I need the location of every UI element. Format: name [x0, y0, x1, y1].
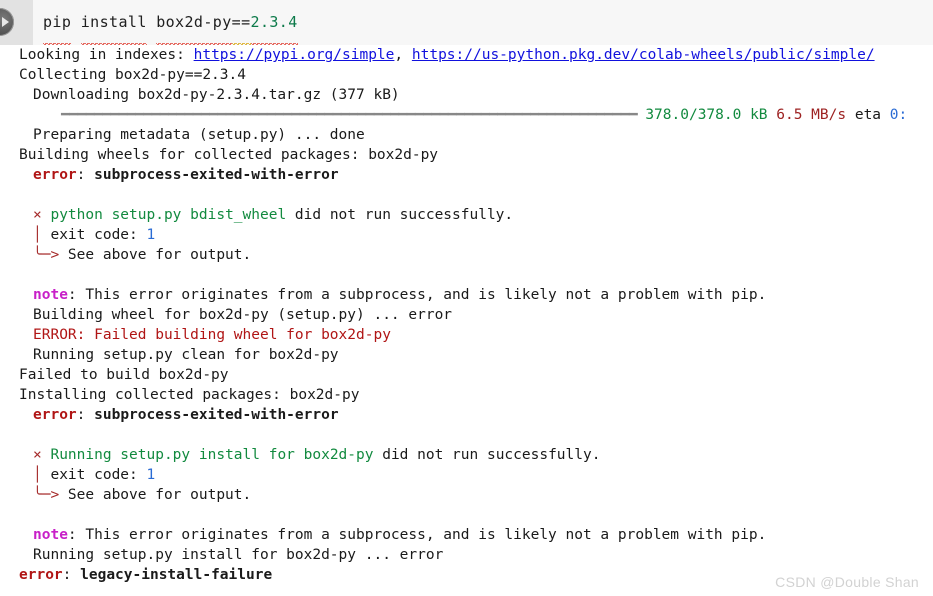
output-text: Building wheel for box2d-py (setup.py) .…	[33, 307, 453, 323]
line-building-wheels: Building wheels for collected packages: …	[0, 145, 933, 165]
output-text: Running setup.py clean for box2d-py	[33, 347, 339, 363]
line-x-bdist-wheel: × python setup.py bdist_wheel did not ru…	[0, 205, 933, 225]
output-text: : This error originates from a subproces…	[67, 287, 767, 303]
output-text: error	[33, 167, 77, 183]
output-text: ╰─>	[33, 487, 68, 503]
command-token-3	[147, 13, 156, 31]
command-token-0: pip	[43, 0, 72, 46]
output-text: Failed to build box2d-py	[19, 367, 229, 383]
line-progress-bar: ━━━━━━━━━━━━━━━━━━━━━━━━━━━━━━━━━━━━━━━━…	[0, 105, 933, 125]
output-text: did not run successfully.	[373, 447, 601, 463]
line-error-subprocess-1: error: subprocess-exited-with-error	[0, 165, 933, 185]
output-text: subprocess-exited-with-error	[94, 167, 339, 183]
line-looking-in-indexes: Looking in indexes: https://pypi.org/sim…	[0, 45, 933, 65]
command-token-6: 2.3.4	[250, 0, 298, 46]
output-text: ,	[394, 47, 412, 63]
output-text: exit code:	[50, 227, 147, 243]
output-text: Looking in indexes:	[19, 47, 194, 63]
output-text: Installing collected packages: box2d-py	[19, 387, 360, 403]
output-text: error	[19, 567, 63, 583]
line-see-above-1: ╰─> See above for output.	[0, 245, 933, 265]
output-text: 1	[146, 467, 156, 483]
line-failed-to-build: Failed to build box2d-py	[0, 365, 933, 385]
output-text: exit code:	[50, 467, 147, 483]
line-running-clean: Running setup.py clean for box2d-py	[0, 345, 933, 365]
output-text: Collecting box2d-py==2.3.4	[19, 67, 246, 83]
command-token-4: box2d-py	[156, 0, 233, 46]
output-text: :	[76, 167, 95, 183]
line-note-1: note: This error originates from a subpr…	[0, 285, 933, 305]
line-blank-4	[0, 505, 933, 525]
output-text: 378.0/378.0 kB	[645, 107, 768, 123]
output-text: did not run successfully.	[286, 207, 514, 223]
line-exit-code-1: │ exit code: 1	[0, 225, 933, 245]
output-text: ━━━━━━━━━━━━━━━━━━━━━━━━━━━━━━━━━━━━━━━━…	[61, 107, 646, 123]
line-blank-1	[0, 185, 933, 205]
output-text: Building wheels for collected packages: …	[19, 147, 439, 163]
output-text: Running setup.py install for box2d-py ..…	[33, 547, 444, 563]
output-text: Running setup.py install for box2d-py	[50, 447, 374, 463]
output-text: note	[33, 287, 68, 303]
line-downloading: Downloading box2d-py-2.3.4.tar.gz (377 k…	[0, 85, 933, 105]
line-error-subprocess-2: error: subprocess-exited-with-error	[0, 405, 933, 425]
output-link[interactable]: https://us-python.pkg.dev/colab-wheels/p…	[412, 47, 875, 63]
line-building-wheel-setuppy: Building wheel for box2d-py (setup.py) .…	[0, 305, 933, 325]
line-installing-collected: Installing collected packages: box2d-py	[0, 385, 933, 405]
line-blank-2	[0, 265, 933, 285]
command-token-2: install	[80, 0, 147, 46]
command-token-5: ==	[231, 0, 251, 46]
output-text: :	[76, 407, 95, 423]
line-blank-3	[0, 425, 933, 445]
line-x-install: × Running setup.py install for box2d-py …	[0, 445, 933, 465]
output-text: :	[62, 567, 81, 583]
output-link[interactable]: https://pypi.org/simple	[194, 47, 395, 63]
output-text: See above for output.	[67, 487, 252, 503]
cell-gutter	[0, 0, 33, 45]
output-text: eta	[846, 107, 890, 123]
command-input[interactable]: pip install box2d-py==2.3.4	[33, 0, 298, 46]
cell-output: Looking in indexes: https://pypi.org/sim…	[0, 45, 933, 596]
code-cell-header: pip install box2d-py==2.3.4	[0, 0, 933, 46]
output-text: ERROR: Failed building wheel for box2d-p…	[33, 327, 391, 343]
output-text: python setup.py bdist_wheel	[50, 207, 287, 223]
output-text: note	[33, 527, 68, 543]
output-text: 1	[146, 227, 156, 243]
output-text: legacy-install-failure	[80, 567, 273, 583]
line-see-above-2: ╰─> See above for output.	[0, 485, 933, 505]
output-text: Preparing metadata (setup.py) ... done	[33, 127, 365, 143]
output-text: See above for output.	[67, 247, 252, 263]
output-text: Downloading box2d-py-2.3.4.tar.gz (377 k…	[33, 87, 400, 103]
output-text: : This error originates from a subproces…	[67, 527, 767, 543]
output-text: error	[33, 407, 77, 423]
line-preparing-metadata: Preparing metadata (setup.py) ... done	[0, 125, 933, 145]
output-text: ×	[33, 447, 51, 463]
output-text: 6.5 MB/s	[776, 107, 847, 123]
line-note-2: note: This error originates from a subpr…	[0, 525, 933, 545]
line-running-install-error: Running setup.py install for box2d-py ..…	[0, 545, 933, 565]
csdn-watermark: CSDN @Double Shan	[775, 574, 919, 590]
play-icon	[2, 17, 9, 27]
output-text: ×	[33, 207, 51, 223]
output-text: subprocess-exited-with-error	[94, 407, 339, 423]
line-exit-code-2: │ exit code: 1	[0, 465, 933, 485]
output-text: │	[33, 227, 51, 243]
line-error-failed-building: ERROR: Failed building wheel for box2d-p…	[0, 325, 933, 345]
line-collecting: Collecting box2d-py==2.3.4	[0, 65, 933, 85]
output-text: 0:	[889, 107, 908, 123]
output-text: │	[33, 467, 51, 483]
output-text: ╰─>	[33, 247, 68, 263]
command-token-1	[71, 13, 80, 31]
run-cell-button[interactable]	[0, 8, 14, 36]
